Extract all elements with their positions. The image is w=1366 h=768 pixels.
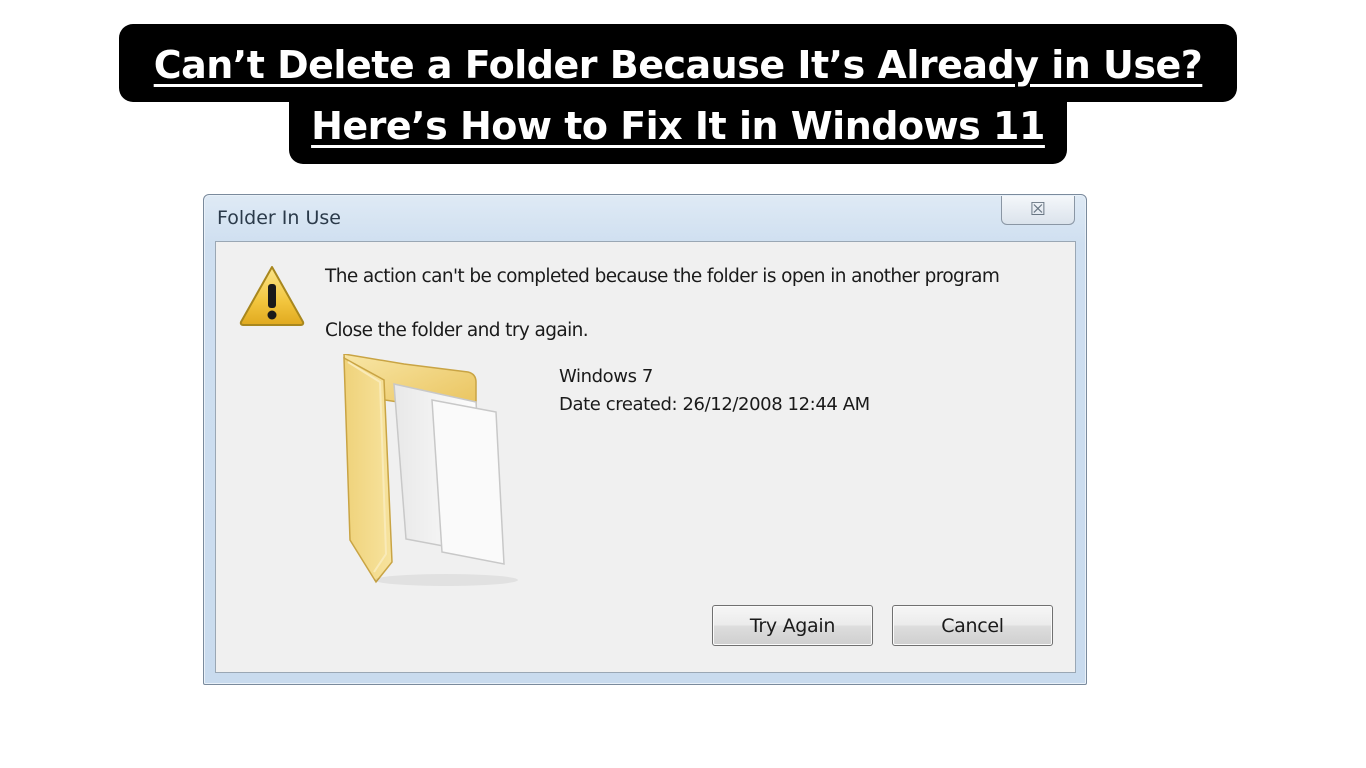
- page: Can’t Delete a Folder Because It’s Alrea…: [0, 0, 1366, 768]
- close-button[interactable]: ☒: [1001, 196, 1075, 225]
- dialog-titlebar[interactable]: Folder In Use ☒: [204, 195, 1086, 241]
- folder-icon: [343, 354, 518, 586]
- item-date-created: Date created: 26/12/2008 12:44 AM: [559, 394, 870, 415]
- dialog-content: The action can't be completed because th…: [215, 241, 1076, 673]
- folder-in-use-dialog: Folder In Use ☒ The action can't be comp…: [203, 194, 1087, 685]
- try-again-button[interactable]: Try Again: [712, 605, 873, 646]
- item-name: Windows 7: [559, 366, 653, 387]
- close-icon: ☒: [1029, 199, 1047, 220]
- warning-icon: [239, 266, 305, 326]
- instruction-text: Close the folder and try again.: [325, 320, 589, 341]
- dialog-title: Folder In Use: [217, 207, 341, 229]
- headline-line-1: Can’t Delete a Folder Because It’s Alrea…: [119, 24, 1237, 102]
- error-message: The action can't be completed because th…: [325, 266, 1000, 287]
- headline-line-2: Here’s How to Fix It in Windows 11: [289, 100, 1067, 164]
- cancel-button[interactable]: Cancel: [892, 605, 1053, 646]
